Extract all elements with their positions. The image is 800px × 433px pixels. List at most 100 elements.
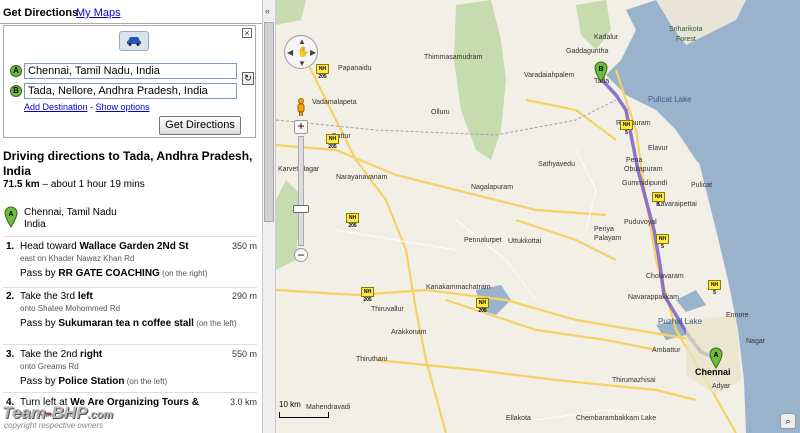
to-input[interactable]: Tada, Nellore, Andhra Pradesh, India xyxy=(24,83,237,99)
zoom-in-button[interactable]: + xyxy=(294,120,308,134)
landmark-note: (on the right) xyxy=(159,269,208,278)
divider xyxy=(3,287,257,288)
highway-shield: NH 205 xyxy=(361,287,374,303)
map-label: Olluru xyxy=(431,109,450,116)
map-label: Puduvoyal xyxy=(624,219,657,226)
map-label: Pulicat xyxy=(691,182,713,189)
map-label: Adyar xyxy=(712,383,731,390)
scale-bar xyxy=(279,412,329,418)
route-summary: 71.5 km – about 1 hour 19 mins xyxy=(3,179,145,190)
map-canvas[interactable]: B A Kadalur Gaddaguntha Sriharikota Fore… xyxy=(276,0,800,433)
step-road: Wallace Garden 2Nd St xyxy=(79,241,189,252)
map-label: Kadalur xyxy=(594,34,619,41)
map-label: Mahendravadi xyxy=(306,404,351,411)
step-distance: 350 m xyxy=(231,241,257,251)
highway-shield: NH 205 xyxy=(476,298,489,314)
pegman-icon[interactable] xyxy=(296,98,306,116)
map-label: Elavur xyxy=(648,145,668,152)
step-distance: 550 m xyxy=(231,349,257,359)
highway-shield: NH 5 xyxy=(708,280,721,296)
svg-text:B: B xyxy=(598,66,603,73)
svg-text:A: A xyxy=(713,352,718,359)
divider xyxy=(3,344,257,345)
map-label: Thiruthani xyxy=(356,356,388,363)
map-label: Tada xyxy=(594,78,610,85)
panel-tabs: Get Directions My Maps xyxy=(0,0,262,24)
step-landmark: Pass by RR GATE COACHING (on the right) xyxy=(20,268,240,280)
watermark-caption: copyright respective owners xyxy=(4,421,104,430)
zoom-out-button[interactable]: − xyxy=(294,248,308,262)
map-label: Thiruvallur xyxy=(371,306,404,313)
landmark-name: Sukumaran tea n coffee stall xyxy=(58,318,194,329)
pass-prefix: Pass by xyxy=(20,318,59,329)
map-label: Kavaraipettai xyxy=(656,201,697,208)
step-landmark: Pass by Police Station (on the left) xyxy=(20,376,240,388)
add-destination-link[interactable]: Add Destination xyxy=(24,102,88,112)
direction-step[interactable]: 1. Head toward Wallace Garden 2Nd St 350… xyxy=(3,241,257,287)
svg-text:A: A xyxy=(8,211,13,218)
hand-icon: ✋ xyxy=(297,47,310,58)
map-label: Obulapuram xyxy=(624,166,663,173)
map-label: Kanakammachatram xyxy=(426,284,491,291)
step-road: right xyxy=(80,349,103,360)
map-label: Forest xyxy=(676,36,696,43)
divider xyxy=(3,236,257,237)
tab-my-maps[interactable]: My Maps xyxy=(76,7,121,19)
map-label: Nagar xyxy=(746,338,766,345)
map-label: Pulicat Lake xyxy=(648,95,692,104)
step-road: left xyxy=(77,291,93,302)
directions-form: × A Chennai, Tamil Nadu, India B Tada, N… xyxy=(3,25,256,138)
swap-arrow-icon[interactable]: ↻ xyxy=(242,72,254,85)
route-duration: – about 1 hour 19 mins xyxy=(42,179,145,190)
from-input[interactable]: Chennai, Tamil Nadu, India xyxy=(24,63,237,79)
tab-get-directions[interactable]: Get Directions xyxy=(3,7,78,19)
map-label: Chennai xyxy=(695,367,731,377)
step-subtext: onto Greams Rd xyxy=(20,362,79,371)
close-icon[interactable]: × xyxy=(242,28,252,38)
scrollbar-thumb[interactable] xyxy=(264,22,274,222)
highway-shield: NH 205 xyxy=(346,213,359,229)
start-marker-icon: A xyxy=(4,206,18,231)
step-subtext: onto Shatee Mohommed Rd xyxy=(20,304,121,313)
zoom-slider-track[interactable] xyxy=(298,136,304,246)
map-label: Thimmasamudram xyxy=(424,54,483,61)
step-distance: 3.0 km xyxy=(229,397,257,407)
step-instruction: Take the 3rd left xyxy=(20,291,230,302)
landmark-name: RR GATE COACHING xyxy=(58,268,160,279)
highway-shield: NH 205 xyxy=(316,64,329,80)
magnifier-icon[interactable]: ⌕ xyxy=(780,413,796,429)
map-label: Navarappakkam xyxy=(628,294,679,301)
map-label: Pennalurpet xyxy=(464,237,502,244)
highway-shield: NH 205 xyxy=(326,134,339,150)
collapse-panel-icon[interactable]: « xyxy=(265,6,270,16)
get-directions-button[interactable]: Get Directions xyxy=(159,116,241,135)
map-label: Ambattur xyxy=(652,347,681,354)
map-label: Palayam xyxy=(594,235,622,242)
highway-shield: NH 5 xyxy=(652,192,665,208)
map-label: Thirumazhisai xyxy=(612,377,656,384)
step-landmark: Pass by Sukumaran tea n coffee stall (on… xyxy=(20,318,240,330)
start-address-line2: India xyxy=(24,219,46,230)
map-label: Varadaiahpalem xyxy=(524,72,575,79)
zoom-slider-handle[interactable] xyxy=(293,205,309,213)
pan-control[interactable]: ▲ ▼ ◀ ▶ ✋ xyxy=(284,35,318,69)
map-label: Arakkonam xyxy=(391,329,427,336)
direction-step[interactable]: 3. Take the 2nd right 550 m onto Greams … xyxy=(3,349,257,391)
step-number: 2. xyxy=(6,291,15,302)
marker-b-icon: B xyxy=(10,85,22,97)
show-options-link[interactable]: Show options xyxy=(96,102,150,112)
step-text: Take the 3rd xyxy=(20,291,78,302)
map-label: Sathyavedu xyxy=(538,161,575,168)
directions-title: Driving directions to Tada, Andhra Prade… xyxy=(3,149,253,178)
scale-label: 10 km xyxy=(279,400,301,409)
car-mode-icon[interactable] xyxy=(119,31,149,51)
step-number: 3. xyxy=(6,349,15,360)
map-label: Ennore xyxy=(726,312,749,319)
start-address: Chennai, Tamil Nadu India xyxy=(24,207,117,231)
landmark-name: Police Station xyxy=(58,376,125,387)
map-label: Chembarambakkam Lake xyxy=(576,415,657,422)
step-number: 1. xyxy=(6,241,15,252)
form-links: Add Destination - Show options xyxy=(24,102,150,112)
direction-step[interactable]: 2. Take the 3rd left 290 m onto Shatee M… xyxy=(3,291,257,343)
map-label: Sriharikota xyxy=(669,26,703,33)
